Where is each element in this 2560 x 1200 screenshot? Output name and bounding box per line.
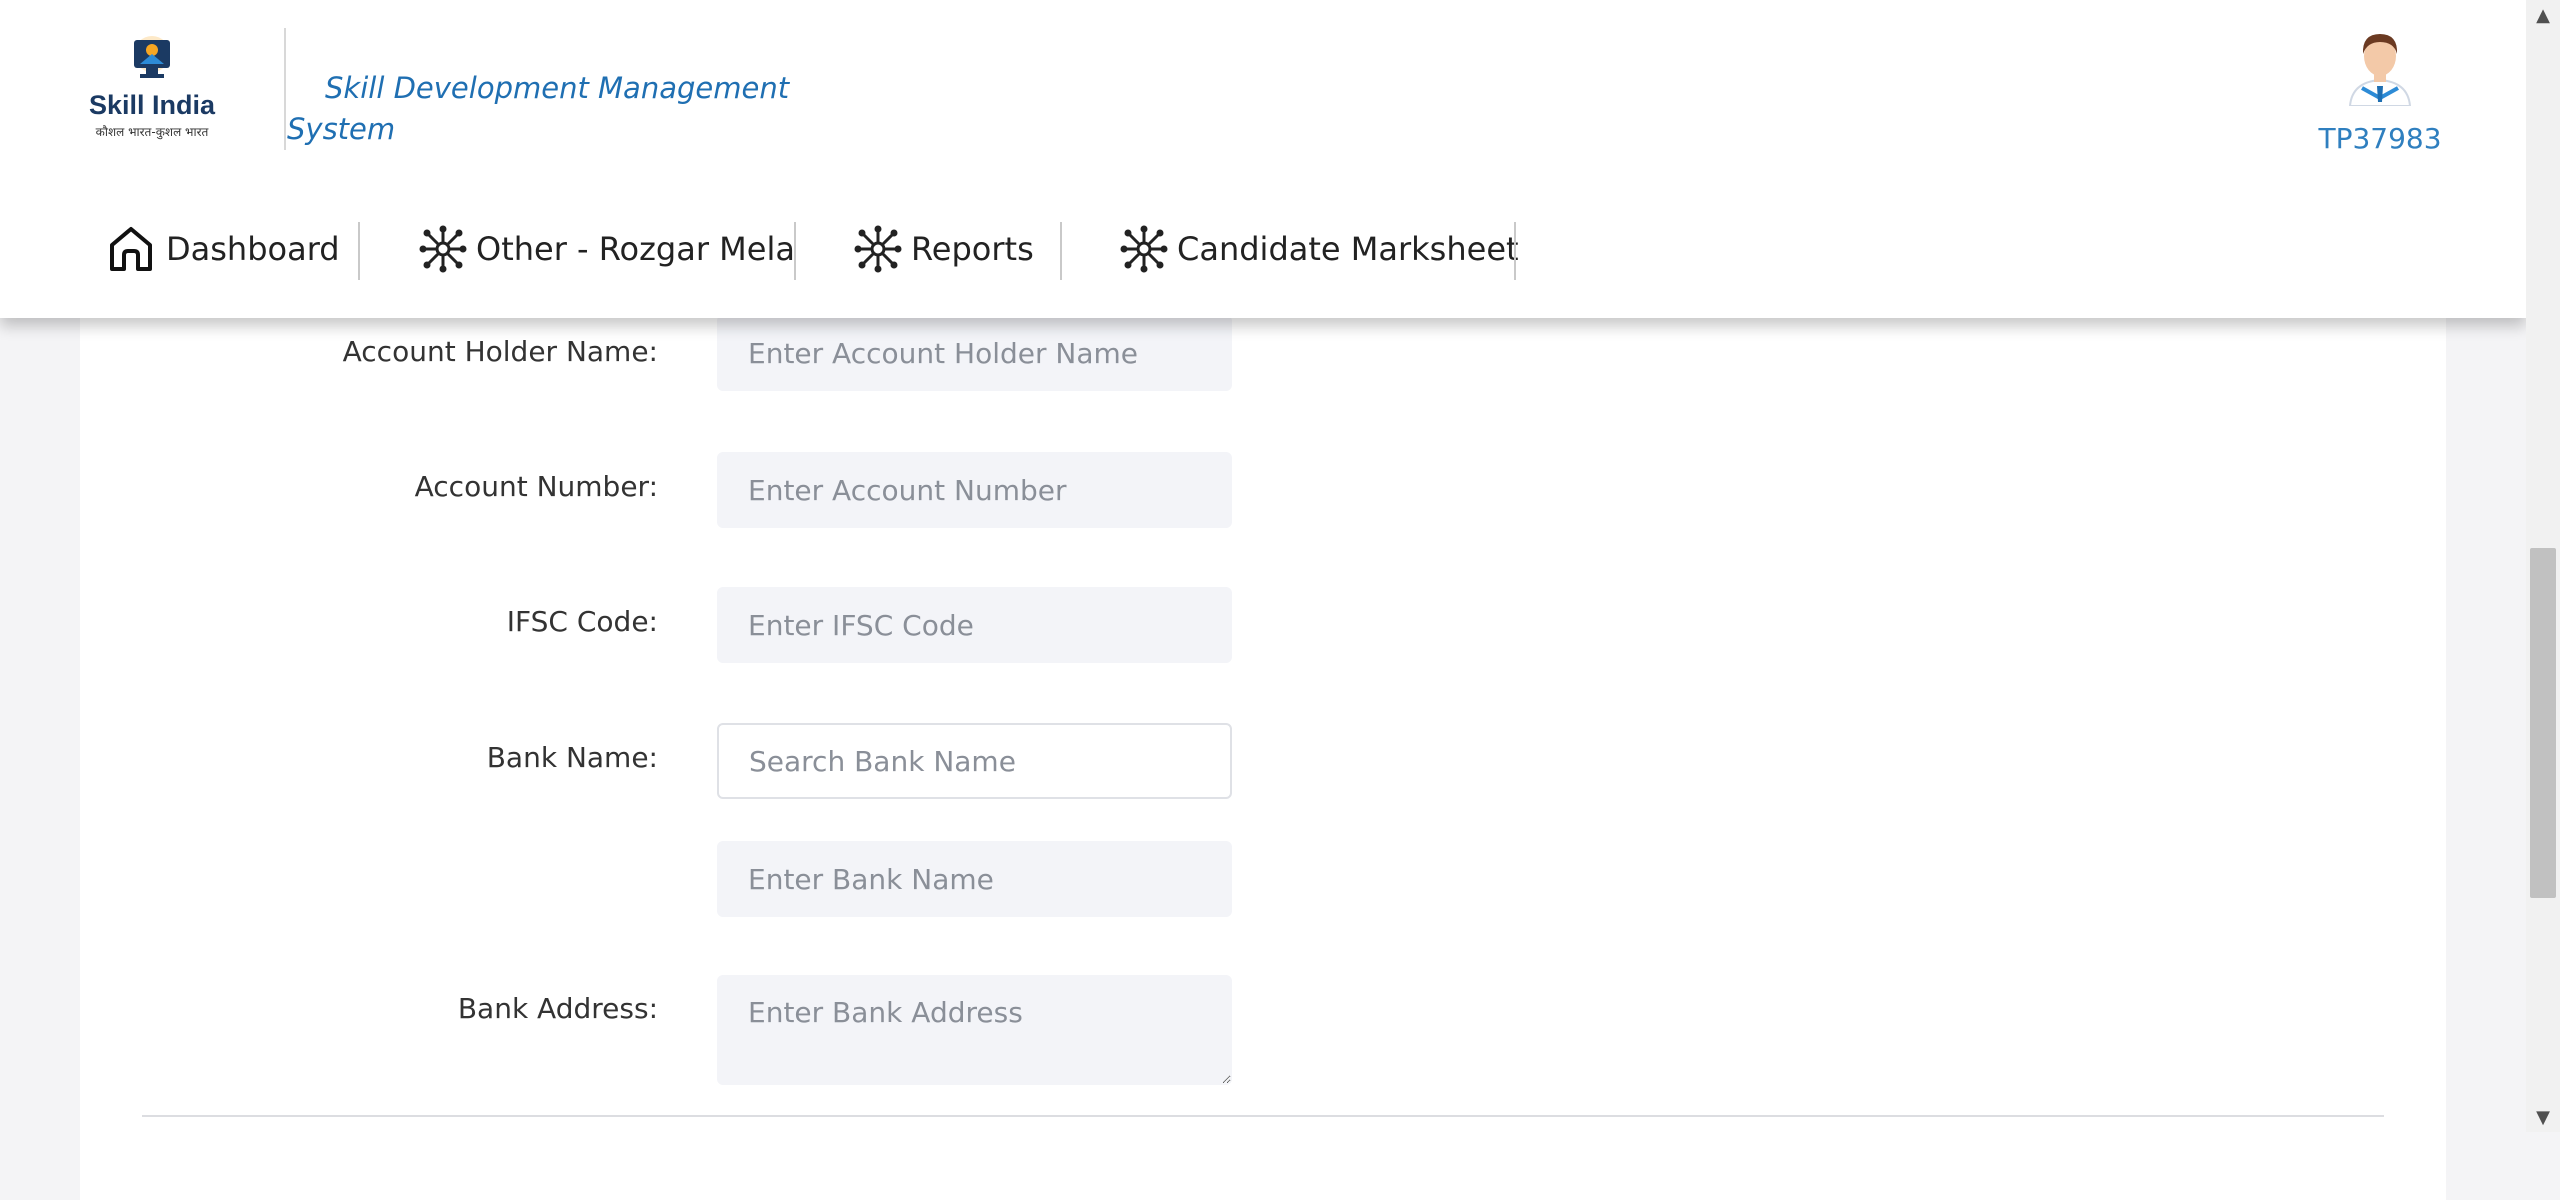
main-nav: Dashboard Other - Rozgar Mela Reports Ca…	[0, 218, 2526, 280]
account-number-label: Account Number:	[414, 470, 658, 503]
nav-item-label: Reports	[911, 230, 1034, 268]
nav-item-label: Candidate Marksheet	[1177, 230, 1519, 268]
scroll-down-arrow-icon[interactable]: ▼	[2526, 1102, 2560, 1132]
svg-text:Skill India: Skill India	[89, 90, 216, 120]
ifsc-label: IFSC Code:	[506, 605, 658, 638]
section-divider	[142, 1115, 2384, 1117]
network-icon	[853, 224, 903, 274]
nav-item-label: Other - Rozgar Mela	[476, 230, 795, 268]
bank-name-label: Bank Name:	[486, 741, 658, 774]
bank-address-label: Bank Address:	[457, 992, 658, 1025]
bank-name-input[interactable]	[717, 841, 1232, 917]
app-title: Skill Development Management System	[287, 71, 790, 146]
ifsc-input[interactable]	[717, 587, 1232, 663]
page-scrollbar[interactable]: ▲ ▼	[2526, 0, 2560, 1132]
bank-address-textarea[interactable]	[717, 975, 1232, 1085]
home-icon	[108, 224, 158, 274]
top-header: Skill India कौशल भारत-कुशल भारत Skill De…	[0, 0, 2526, 318]
scroll-thumb[interactable]	[2530, 548, 2556, 898]
nav-separator	[358, 222, 360, 280]
nav-item-candidate-marksheet[interactable]: Candidate Marksheet	[1119, 218, 1519, 280]
nav-separator	[794, 222, 796, 280]
nav-separator	[1514, 222, 1516, 280]
account-holder-input[interactable]	[717, 315, 1232, 391]
scroll-up-arrow-icon[interactable]: ▲	[2526, 0, 2560, 30]
bank-name-search-input[interactable]	[717, 723, 1232, 799]
nav-item-rozgar-mela[interactable]: Other - Rozgar Mela	[418, 218, 795, 280]
nav-item-dashboard[interactable]: Dashboard	[108, 218, 340, 280]
nav-item-reports[interactable]: Reports	[853, 218, 1034, 280]
nav-separator	[1060, 222, 1062, 280]
user-id-label[interactable]: TP37983	[2300, 122, 2460, 155]
network-icon	[418, 224, 468, 274]
network-icon	[1119, 224, 1169, 274]
svg-text:कौशल भारत-कुशल भारत: कौशल भारत-कुशल भारत	[96, 125, 210, 140]
account-number-input[interactable]	[717, 452, 1232, 528]
skill-india-logo[interactable]: Skill India कौशल भारत-कुशल भारत	[80, 30, 225, 148]
nav-item-label: Dashboard	[166, 230, 340, 268]
logo-emblem-icon: Skill India कौशल भारत-कुशल भारत	[89, 36, 216, 140]
logo-divider	[284, 28, 286, 150]
user-avatar-icon[interactable]	[2340, 26, 2420, 107]
account-holder-label: Account Holder Name:	[342, 335, 658, 368]
bank-details-form: Account Holder Name: Account Number: IFS…	[80, 300, 2446, 1200]
